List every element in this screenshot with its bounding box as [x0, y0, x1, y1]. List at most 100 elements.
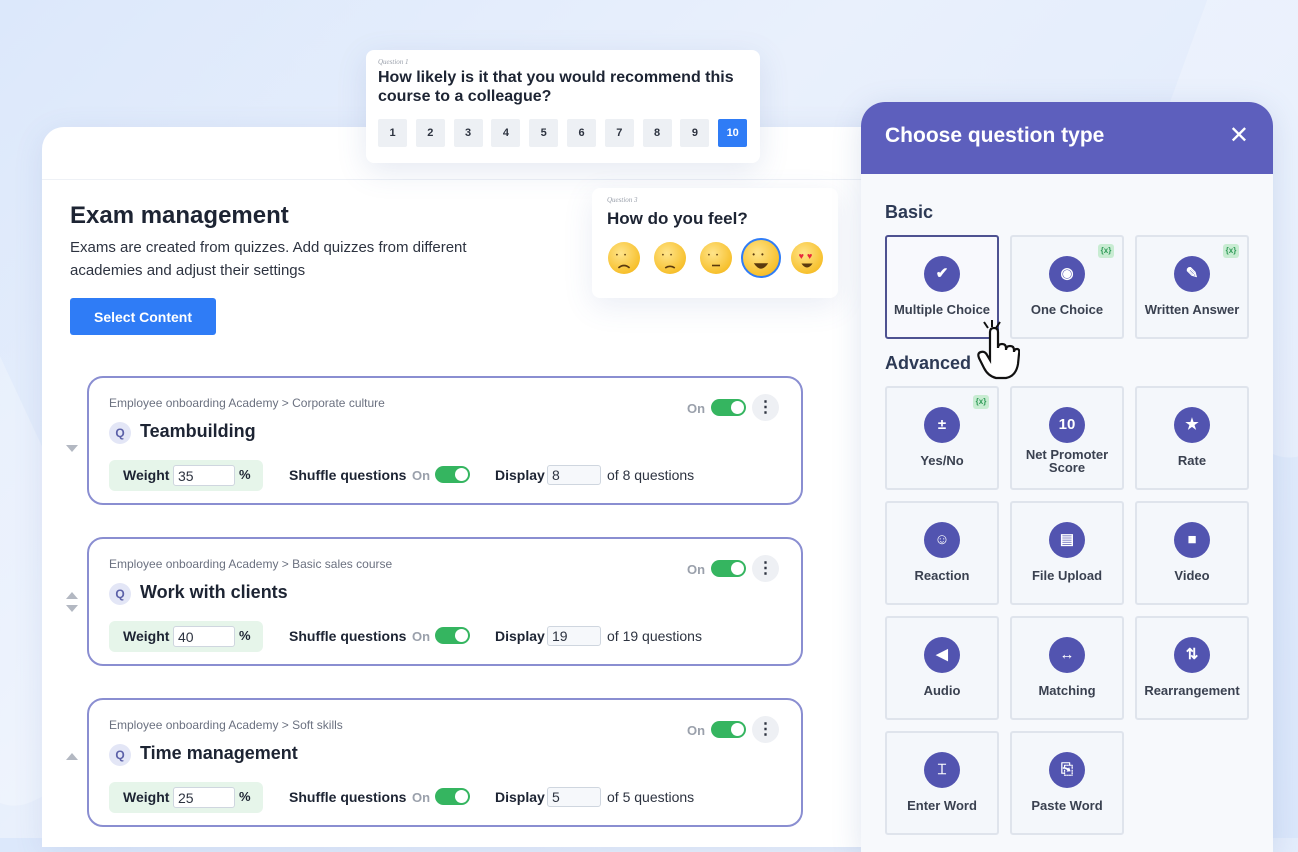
total-questions-label: of 8 questions: [607, 467, 695, 483]
weight-box: Weight 35 %: [109, 460, 263, 491]
quiz-title: Teambuilding: [140, 421, 256, 441]
weight-input[interactable]: 25: [173, 787, 235, 808]
quiz-enabled-toggle[interactable]: [711, 399, 746, 416]
speaker-icon: ◀: [924, 637, 960, 673]
question-type-tile-rearrangement[interactable]: ⇅ Rearrangement: [1135, 616, 1249, 720]
question-type-tile-rate[interactable]: ★ Rate: [1135, 386, 1249, 490]
nps-score-button[interactable]: 9: [680, 119, 710, 147]
nps-score-button[interactable]: 2: [415, 119, 445, 147]
quiz-enabled-toggle[interactable]: [711, 721, 746, 738]
nps-score-button[interactable]: 8: [642, 119, 672, 147]
question-type-tile-reaction[interactable]: ☺ Reaction: [885, 501, 999, 605]
quiz-enabled-label: On: [687, 562, 706, 577]
shuffle-questions-toggle[interactable]: [435, 627, 470, 644]
more-options-icon[interactable]: ⋮: [752, 394, 779, 421]
move-up-icon[interactable]: [66, 592, 78, 599]
double-arrow-icon: ↔: [1049, 637, 1085, 673]
question-type-tile-yes-no[interactable]: ± Yes/No {x}: [885, 386, 999, 490]
nps-question-text: How likely is it that you would recommen…: [378, 69, 734, 105]
smiling-emoji-icon[interactable]: ••: [741, 238, 781, 278]
question-type-header: Choose question type ✕: [861, 102, 1273, 174]
question-type-label: One Choice: [1030, 302, 1104, 317]
question-type-label: Rate: [1177, 453, 1207, 468]
question-type-label: Video: [1174, 568, 1210, 583]
close-icon[interactable]: ✕: [1229, 124, 1249, 148]
more-options-icon[interactable]: ⋮: [752, 555, 779, 582]
quiz-enabled-label: On: [687, 401, 706, 416]
select-content-button[interactable]: Select Content: [70, 298, 216, 335]
shuffle-on-label: On: [412, 468, 431, 483]
quiz-enabled-label: On: [687, 723, 706, 738]
move-up-icon[interactable]: [66, 753, 78, 760]
question-type-tile-net-promoter-score[interactable]: 10 Net Promoter Score: [1010, 386, 1124, 490]
question-type-tile-paste-word[interactable]: ⎘ Paste Word: [1010, 731, 1124, 835]
frowning-emoji-icon[interactable]: ••: [654, 242, 686, 274]
quiz-type-badge: Q: [109, 583, 131, 605]
shuffle-questions-toggle[interactable]: [435, 466, 470, 483]
nps-score-button[interactable]: 4: [491, 119, 521, 147]
quiz-type-badge: Q: [109, 422, 131, 444]
disappointed-emoji-icon[interactable]: ••: [608, 242, 640, 274]
sort-icon: ⇅: [1174, 637, 1210, 673]
question-type-tile-matching[interactable]: ↔ Matching: [1010, 616, 1124, 720]
quiz-enabled-toggle[interactable]: [711, 560, 746, 577]
quiz-breadcrumb: Employee onboarding Academy > Soft skill…: [109, 718, 343, 732]
quiz-breadcrumb: Employee onboarding Academy > Basic sale…: [109, 557, 393, 571]
question-type-tile-audio[interactable]: ◀ Audio: [885, 616, 999, 720]
neutral-emoji-icon[interactable]: ••: [700, 242, 732, 274]
shuffle-questions-toggle[interactable]: [435, 788, 470, 805]
question-type-tile-one-choice[interactable]: ◉ One Choice {x}: [1010, 235, 1124, 339]
quiz-title: Time management: [140, 743, 298, 763]
page-description: Exams are created from quizzes. Add quiz…: [70, 239, 467, 279]
weight-label: Weight: [123, 789, 170, 805]
question-type-label: File Upload: [1031, 568, 1103, 583]
display-label: Display: [495, 628, 545, 644]
nps-score-button[interactable]: 6: [567, 119, 596, 147]
weight-input[interactable]: 40: [173, 626, 235, 647]
nps-10-icon: 10: [1049, 407, 1085, 443]
video-camera-icon: ■: [1174, 522, 1210, 558]
nps-score-button[interactable]: 1: [378, 119, 407, 147]
question-type-tile-file-upload[interactable]: ▤ File Upload: [1010, 501, 1124, 605]
display-count-input[interactable]: 8: [547, 465, 601, 485]
text-cursor-icon: ⌶: [924, 752, 960, 788]
display-count-input[interactable]: 5: [547, 787, 601, 807]
question-type-tile-enter-word[interactable]: ⌶ Enter Word: [885, 731, 999, 835]
ai-variable-badge-icon: {x}: [973, 395, 989, 409]
total-questions-label: of 5 questions: [607, 789, 695, 805]
question-number-label: Question 3: [607, 196, 638, 204]
page-title: Exam management: [70, 202, 289, 229]
move-down-icon[interactable]: [66, 445, 78, 452]
pencil-icon: ✎: [1174, 256, 1210, 292]
percent-label: %: [239, 628, 251, 643]
quiz-card: Employee onboarding Academy > Corporate …: [87, 376, 803, 505]
nps-score-button[interactable]: 10: [718, 119, 748, 147]
question-type-tile-written-answer[interactable]: ✎ Written Answer {x}: [1135, 235, 1249, 339]
plus-minus-icon: ±: [924, 407, 960, 443]
heart-eyes-emoji-icon[interactable]: ♥♥: [791, 242, 823, 274]
weight-input[interactable]: 35: [173, 465, 235, 486]
question-type-label: Net Promoter Score: [1025, 447, 1109, 475]
question-type-label: Yes/No: [920, 453, 964, 468]
ai-variable-badge-icon: {x}: [1223, 244, 1239, 258]
move-down-icon[interactable]: [66, 605, 78, 612]
question-type-label: Matching: [1038, 683, 1096, 698]
reaction-question-card: Question 3 How do you feel? •• •• •• •• …: [592, 188, 838, 298]
question-type-label: Multiple Choice: [893, 302, 991, 317]
quiz-type-badge: Q: [109, 744, 131, 766]
ai-variable-badge-icon: {x}: [1098, 244, 1114, 258]
more-options-icon[interactable]: ⋮: [752, 716, 779, 743]
question-type-label: Rearrangement: [1144, 683, 1240, 698]
display-label: Display: [495, 789, 545, 805]
question-type-tile-video[interactable]: ■ Video: [1135, 501, 1249, 605]
nps-score-button[interactable]: 5: [529, 119, 559, 147]
quiz-card: Employee onboarding Academy > Basic sale…: [87, 537, 803, 666]
weight-box: Weight 40 %: [109, 621, 263, 652]
nps-score-button[interactable]: 3: [453, 119, 483, 147]
question-number-label: Question 1: [378, 58, 409, 66]
nps-score-button[interactable]: 7: [604, 119, 634, 147]
quiz-title: Work with clients: [140, 582, 288, 602]
shuffle-on-label: On: [412, 629, 431, 644]
shuffle-questions-label: Shuffle questions: [289, 628, 407, 644]
display-count-input[interactable]: 19: [547, 626, 601, 646]
